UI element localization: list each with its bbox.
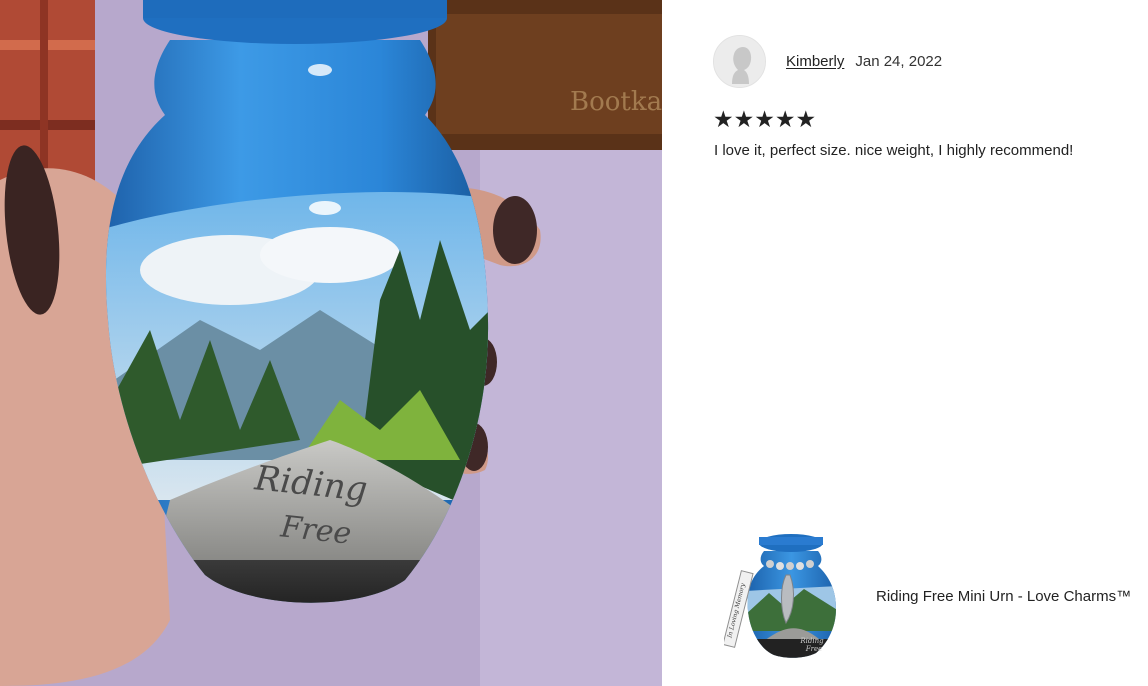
review-panel: Kimberly Jan 24, 2022 ★★★★★ I love it, p… [662,0,1148,686]
avatar[interactable] [713,34,766,88]
thumbnail-urn-text-free: Free [805,645,823,653]
thumbnail-urn-text-riding: Riding [799,637,824,645]
product-thumbnail[interactable]: In Loving Memory Riding Free [724,531,844,661]
svg-text:Bootka: Bootka [570,87,662,117]
urn-photo-text-free: Free [278,509,353,551]
review-date: Jan 24, 2022 [855,52,943,70]
product-title[interactable]: Riding Free Mini Urn - Love Charms™ [876,588,1131,605]
review-text: I love it, perfect size. nice weight, I … [714,142,1074,159]
star-rating: ★★★★★ [713,107,817,133]
user-silhouette-icon [714,35,765,87]
reviewer-name-link[interactable]: Kimberly [786,53,844,70]
reviewed-product-link[interactable]: In Loving Memory Riding Free Riding Free… [724,516,1148,676]
review-photo[interactable]: Bootka Riding Free [0,0,662,686]
reviewer-info: Kimberly Jan 24, 2022 [713,34,943,88]
